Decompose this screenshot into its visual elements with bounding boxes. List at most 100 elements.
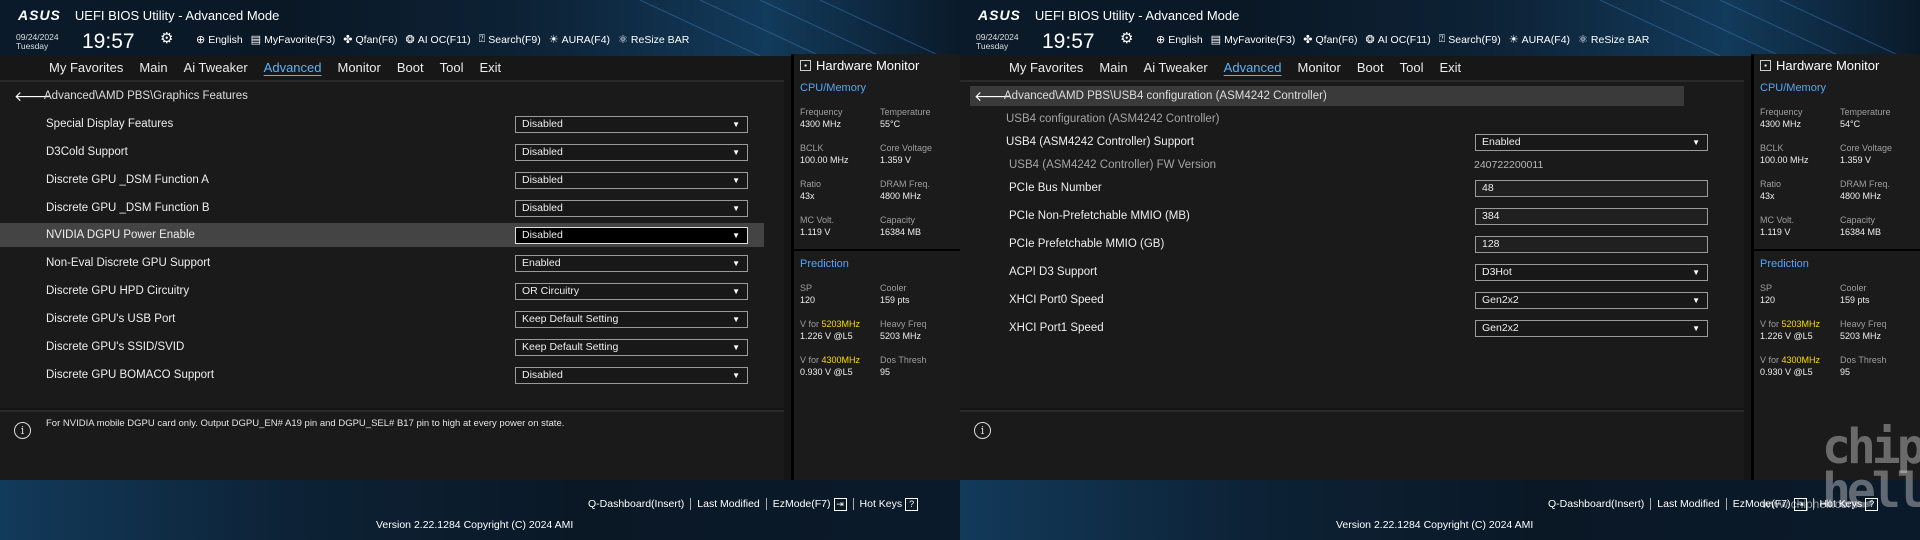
tab-my-favorites[interactable]: My Favorites [1001,57,1091,79]
hot-keys-label: Hot Keys [859,498,903,510]
setting-dropdown[interactable]: Disabled ▼ [515,172,748,189]
hw-temperature: Temperature 54°C [1840,106,1891,130]
hw-section-prediction: Prediction [1760,258,1809,270]
tab-tool[interactable]: Tool [1392,57,1432,79]
setting-dropdown[interactable]: Keep Default Setting ▼ [515,311,748,328]
dropdown-value: Enabled [522,257,561,269]
setting-dropdown[interactable]: Enabled ▼ [515,255,748,272]
hw-value: 4800 MHz [1840,191,1882,201]
setting-row[interactable]: PCIe Non-Prefetchable MMIO (MB) 384 [960,204,1724,228]
setting-row[interactable]: Discrete GPU's SSID/SVID Keep Default Se… [0,335,764,359]
setting-row[interactable]: Discrete GPU _DSM Function A Disabled ▼ [0,168,764,192]
myfavorite-button[interactable]: ▤ MyFavorite(F3) [251,33,336,47]
gear-icon[interactable]: ⚙ [1120,29,1133,47]
setting-label: Discrete GPU _DSM Function A [46,174,209,186]
tab-my-favorites[interactable]: My Favorites [41,57,131,79]
setting-row[interactable]: PCIe Bus Number 48 [960,176,1724,200]
setting-row[interactable]: Discrete GPU _DSM Function B Disabled ▼ [0,196,764,220]
last-modified-button[interactable]: Last Modified [1651,498,1727,510]
setting-row[interactable]: Non-Eval Discrete GPU Support Enabled ▼ [0,251,764,275]
setting-row[interactable]: USB4 (ASM4242 Controller) Support Enable… [960,130,1724,154]
qfan-button[interactable]: ✤ Qfan(F6) [343,33,397,47]
myfavorite-button[interactable]: ▤ MyFavorite(F3) [1210,33,1296,47]
hw-section-prediction: Prediction [800,258,849,270]
dropdown-value: Keep Default Setting [522,341,619,353]
language-button[interactable]: ⊕ English [1156,33,1203,47]
search-button[interactable]: ⍰ Search(F9) [479,33,541,46]
hw-frequency: Frequency 4300 MHz [1760,106,1803,130]
tab-exit[interactable]: Exit [1431,57,1469,79]
hw-value: 100.00 MHz [800,155,849,165]
setting-dropdown[interactable]: Disabled ▼ [515,367,748,384]
setting-row[interactable]: D3Cold Support Disabled ▼ [0,140,764,164]
aura-button[interactable]: ☀ AURA(F4) [549,33,610,47]
setting-dropdown[interactable]: Gen2x2 ▼ [1475,320,1708,337]
resize-bar-button[interactable]: ⚛ ReSize BAR [1578,33,1649,47]
non-prefetchable-mmio-input[interactable]: 384 [1475,208,1708,225]
ai-oc-button[interactable]: ❂ AI OC(F11) [1366,33,1431,47]
tab-boot[interactable]: Boot [1349,57,1392,79]
setting-row[interactable]: Discrete GPU's USB Port Keep Default Set… [0,307,764,331]
language-button[interactable]: ⊕ English [196,33,243,47]
dropdown-value: Disabled [522,369,563,381]
tab-tool[interactable]: Tool [432,57,472,79]
ezmode-button[interactable]: EzMode(F7) ⇥ [767,498,854,511]
tab-ai-tweaker[interactable]: Ai Tweaker [1136,57,1216,79]
weekday: Tuesday [976,41,1009,51]
dropdown-value: D3Hot [1482,266,1512,278]
tab-advanced[interactable]: Advanced [1216,57,1290,79]
setting-row[interactable]: PCIe Prefetchable MMIO (GB) 128 [960,232,1724,256]
setting-dropdown[interactable]: Disabled ▼ [515,200,748,217]
resize-bar-button[interactable]: ⚛ ReSize BAR [618,33,689,47]
setting-label: USB4 (ASM4242 Controller) Support [1006,136,1194,148]
prefetchable-mmio-input[interactable]: 128 [1475,236,1708,253]
ai-oc-button[interactable]: ❂ AI OC(F11) [406,33,471,47]
hot-keys-button[interactable]: Hot Keys? [854,498,925,511]
chiphell-watermark-url: www.chiphell.com [1762,497,1858,511]
tab-boot[interactable]: Boot [389,57,432,79]
setting-dropdown[interactable]: Disabled ▼ [515,116,748,133]
setting-dropdown[interactable]: Keep Default Setting ▼ [515,339,748,356]
tab-main[interactable]: Main [1091,57,1135,79]
qfan-button[interactable]: ✤ Qfan(F6) [1303,33,1357,47]
setting-row[interactable]: XHCI Port0 Speed Gen2x2 ▼ [960,288,1724,312]
tab-advanced[interactable]: Advanced [256,57,330,79]
favorite-icon: ▤ [1210,34,1222,46]
pcie-bus-number-input[interactable]: 48 [1475,180,1708,197]
tab-main[interactable]: Main [131,57,175,79]
setting-row[interactable]: Discrete GPU HPD Circuitry OR Circuitry ▼ [0,279,764,303]
gear-icon[interactable]: ⚙ [160,29,173,47]
setting-row[interactable]: Discrete GPU BOMACO Support Disabled ▼ [0,363,764,387]
setting-row[interactable]: Special Display Features Disabled ▼ [0,112,764,136]
caret-down-icon: ▼ [1692,138,1700,147]
aura-button[interactable]: ☀ AURA(F4) [1509,33,1571,47]
hw-ratio: Ratio 43x [1760,178,1781,202]
hw-value: 5203 MHz [880,331,922,341]
hw-value: 1.359 V [1840,155,1872,165]
hw-key: DRAM Freq. [1840,179,1891,189]
dropdown-value: Enabled [1482,136,1521,148]
weekday: Tuesday [16,41,49,51]
tab-ai-tweaker[interactable]: Ai Tweaker [176,57,256,79]
toolbar-label: AURA(F4) [1521,33,1571,46]
monitor-icon: ▪ [800,60,811,71]
setting-dropdown[interactable]: Disabled ▼ [515,227,748,244]
setting-dropdown[interactable]: D3Hot ▼ [1475,264,1708,281]
ezmode-label: EzMode(F7) [772,498,831,510]
tab-exit[interactable]: Exit [471,57,509,79]
setting-row-selected[interactable]: NVIDIA DGPU Power Enable Disabled ▼ [0,223,764,247]
setting-dropdown[interactable]: Enabled ▼ [1475,134,1708,151]
q-dashboard-button[interactable]: Q-Dashboard(Insert) [582,498,692,510]
search-button[interactable]: ⍰ Search(F9) [1439,33,1501,46]
setting-dropdown[interactable]: Gen2x2 ▼ [1475,292,1708,309]
setting-dropdown[interactable]: OR Circuitry ▼ [515,283,748,300]
setting-dropdown[interactable]: Disabled ▼ [515,144,748,161]
tab-monitor[interactable]: Monitor [330,57,389,79]
q-dashboard-button[interactable]: Q-Dashboard(Insert) [1542,498,1652,510]
back-arrow-icon[interactable]: 🡐 [14,88,52,105]
back-arrow-icon[interactable]: 🡐 [974,88,1012,105]
setting-row[interactable]: XHCI Port1 Speed Gen2x2 ▼ [960,316,1724,340]
setting-row[interactable]: ACPI D3 Support D3Hot ▼ [960,260,1724,284]
tab-monitor[interactable]: Monitor [1290,57,1349,79]
last-modified-button[interactable]: Last Modified [691,498,767,510]
